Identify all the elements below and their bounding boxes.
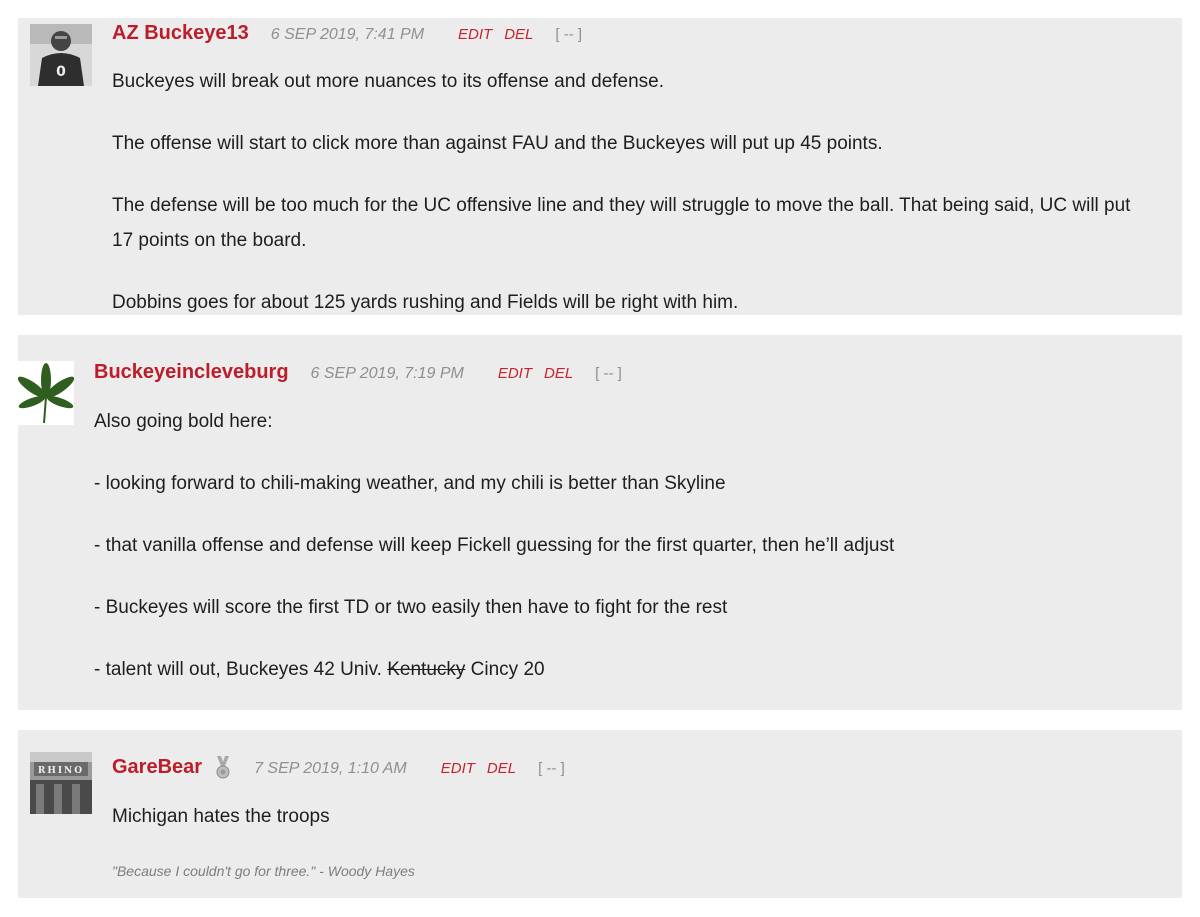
comment-paragraph: - talent will out, Buckeyes 42 Univ. Ken… [94, 652, 1154, 687]
comment-paragraph: - looking forward to chili-making weathe… [94, 473, 726, 494]
edit-button[interactable]: EDIT [458, 26, 492, 43]
comment-paragraph: Dobbins goes for about 125 yards rushing… [112, 292, 739, 313]
comment-paragraph: - Buckeyes will score the first TD or tw… [94, 597, 728, 618]
comment-card: RHINO GareBear 7 SEP 2019, 1:10 AM EDIT … [18, 730, 1182, 898]
timestamp: 6 SEP 2019, 7:41 PM [270, 26, 425, 43]
avatar[interactable] [18, 361, 74, 425]
avatar-image: RHINO [30, 752, 92, 814]
username-link[interactable]: GareBear [112, 756, 202, 779]
comment-body: Michigan hates the troops [112, 799, 1152, 834]
comment-body: Buckeyes will break out more nuances to … [112, 64, 1152, 320]
comment-paragraph: Buckeyes will break out more nuances to … [112, 71, 665, 92]
comment-header: Buckeyeincleveburg 6 SEP 2019, 7:19 PM E… [94, 361, 622, 384]
medal-icon [214, 756, 232, 780]
delete-button[interactable]: DEL [504, 26, 533, 43]
collapse-toggle[interactable]: [ -- ] [595, 365, 622, 382]
delete-button[interactable]: DEL [544, 365, 573, 382]
user-signature: "Because I couldn't go for three." - Woo… [112, 863, 415, 879]
comment-header: GareBear 7 SEP 2019, 1:10 AM EDIT DEL [ … [112, 756, 565, 780]
avatar-image: 0 [30, 24, 92, 86]
delete-button[interactable]: DEL [487, 760, 516, 777]
edit-button[interactable]: EDIT [498, 365, 532, 382]
edit-button[interactable]: EDIT [441, 760, 475, 777]
comment-paragraph: Michigan hates the troops [112, 806, 330, 827]
username-link[interactable]: AZ Buckeye13 [112, 22, 249, 45]
username-link[interactable]: Buckeyeincleveburg [94, 361, 289, 384]
buckeye-leaf-icon [18, 361, 74, 425]
final-score-suffix: Cincy 20 [465, 659, 545, 680]
comment-paragraph: The offense will start to click more tha… [112, 133, 883, 154]
svg-text:0: 0 [56, 64, 66, 80]
timestamp: 7 SEP 2019, 1:10 AM [254, 760, 407, 777]
struck-text: Kentucky [387, 659, 466, 680]
comment-paragraph: - that vanilla offense and defense will … [94, 535, 895, 556]
final-score-text: - talent will out, Buckeyes 42 Univ. [94, 659, 388, 680]
comment-card: 0 AZ Buckeye13 6 SEP 2019, 7:41 PM EDIT … [18, 18, 1182, 315]
avatar-sign-text: RHINO [38, 766, 84, 776]
comment-card: Buckeyeincleveburg 6 SEP 2019, 7:19 PM E… [18, 335, 1182, 710]
comment-paragraph: The defense will be too much for the UC … [112, 195, 1131, 251]
collapse-toggle[interactable]: [ -- ] [538, 760, 565, 777]
timestamp: 6 SEP 2019, 7:19 PM [310, 365, 464, 382]
comment-header: AZ Buckeye13 6 SEP 2019, 7:41 PM EDIT DE… [112, 22, 582, 45]
collapse-toggle[interactable]: [ -- ] [555, 26, 582, 43]
comment-paragraph: Also going bold here: [94, 411, 273, 432]
comment-body: Also going bold here: - looking forward … [94, 404, 1154, 687]
avatar[interactable]: RHINO [30, 752, 92, 814]
avatar[interactable]: 0 [30, 24, 92, 86]
